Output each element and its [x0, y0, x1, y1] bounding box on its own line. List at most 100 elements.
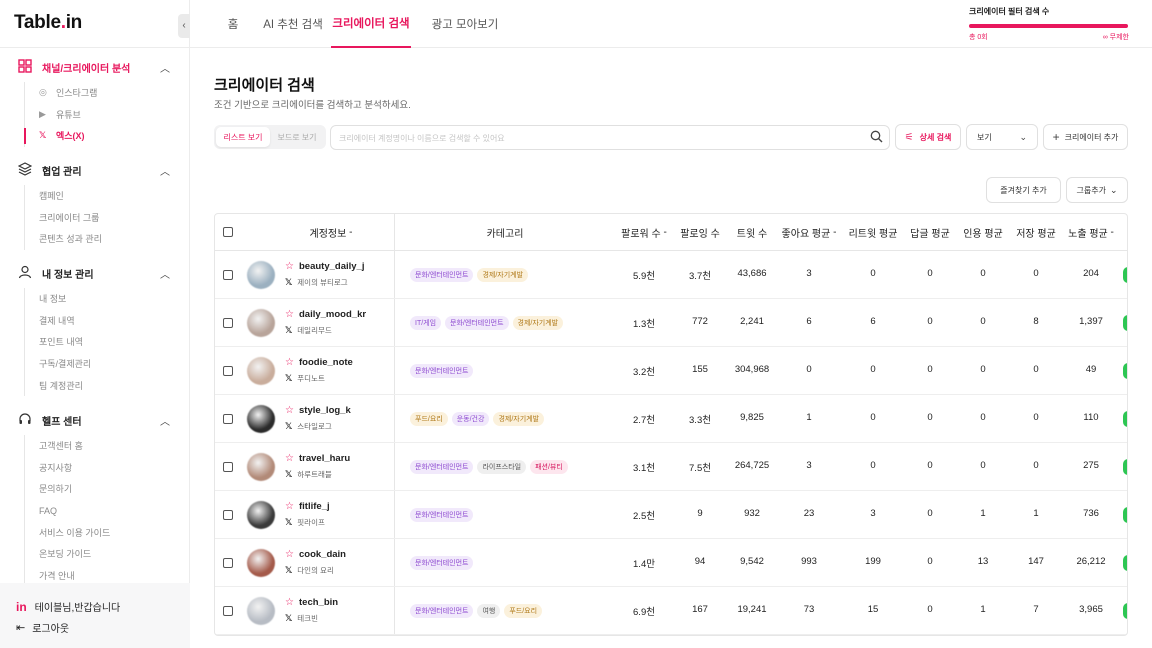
- star-icon[interactable]: ☆: [285, 261, 294, 272]
- table-row[interactable]: ☆ daily_mood_kr 𝕏 데일리무드 IT/게임 문화/엔터테인먼트 경제/자기계…: [215, 299, 1127, 347]
- sidebar-item-subscription[interactable]: 구독/결제관리: [39, 353, 190, 375]
- column-header-following[interactable]: 팔로잉 수: [677, 214, 723, 251]
- detail-search-button[interactable]: ⚟ 상세 검색: [895, 124, 961, 150]
- column-header-views[interactable]: 노출 평균 -: [1063, 214, 1119, 251]
- sidebar-item-content-performance[interactable]: 콘텐츠 성과 관리: [39, 228, 190, 250]
- sidebar-item-service-guide[interactable]: 서비스 이용 가이드: [39, 521, 190, 543]
- sidebar-item-x[interactable]: 𝕏 엑스(X): [39, 125, 190, 147]
- category-tag: 경제/자기계발: [493, 412, 545, 426]
- tab-creator-search[interactable]: 크리에이터 검색: [331, 0, 411, 48]
- avatar[interactable]: [247, 261, 275, 289]
- logout-button[interactable]: ⇤ 로그아웃: [16, 620, 69, 635]
- sidebar-item-inquiry[interactable]: 문의하기: [39, 478, 190, 500]
- sidebar-item-campaign[interactable]: 캠페인: [39, 185, 190, 207]
- star-icon[interactable]: ☆: [285, 309, 294, 320]
- sidebar-item-label: 공지사항: [39, 462, 73, 473]
- column-header-likes[interactable]: 좋아요 평균 -: [777, 214, 841, 251]
- view-select[interactable]: 보기 ⌄: [966, 124, 1038, 150]
- category-tag: 여행: [477, 604, 501, 618]
- sidebar-item-notice[interactable]: 공지사항: [39, 457, 190, 479]
- avatar[interactable]: [247, 501, 275, 529]
- sidebar-item-points[interactable]: 포인트 내역: [39, 331, 190, 353]
- avatar[interactable]: [247, 597, 275, 625]
- row-checkbox[interactable]: [223, 414, 233, 424]
- avatar[interactable]: [247, 453, 275, 481]
- column-header-tweets[interactable]: 트윗 수: [729, 214, 775, 251]
- table-row[interactable]: ☆ beauty_daily_j 𝕏 제이의 뷰티로그 문화/엔터테인먼트 경제/자기계발…: [215, 251, 1127, 299]
- creator-handle[interactable]: beauty_daily_j: [299, 261, 364, 272]
- select-all-checkbox[interactable]: [223, 227, 233, 237]
- avatar[interactable]: [247, 405, 275, 433]
- table-row[interactable]: ☆ fitlife_j 𝕏 핏라이프 문화/엔터테인먼트 2.5천 9 932 23 3 0 1 1 73…: [215, 491, 1127, 539]
- tab-ai-search[interactable]: AI 추천 검색: [262, 0, 324, 48]
- search-icon[interactable]: [870, 130, 883, 146]
- sidebar-item-my-info[interactable]: 내 정보: [39, 288, 190, 310]
- star-icon[interactable]: ☆: [285, 405, 294, 416]
- sidebar-section-header[interactable]: 협업 관리 ︿: [0, 159, 190, 181]
- row-checkbox[interactable]: [223, 462, 233, 472]
- creator-handle[interactable]: tech_bin: [299, 597, 338, 608]
- table-row[interactable]: ☆ style_log_k 𝕏 스타일로그 푸드/요리 운동/건강 경제/자기계발 2.7천 3…: [215, 395, 1127, 443]
- star-icon[interactable]: ☆: [285, 357, 294, 368]
- row-checkbox[interactable]: [223, 366, 233, 376]
- column-header-quotes[interactable]: 인용 평균: [960, 214, 1006, 251]
- creator-handle[interactable]: foodie_note: [299, 357, 353, 368]
- column-header-followers[interactable]: 팔로워 수 -: [619, 214, 669, 251]
- star-icon[interactable]: ☆: [285, 453, 294, 464]
- creator-name-text: 테크빈: [297, 614, 318, 623]
- add-favorites-button[interactable]: 즐겨찾기 추가: [986, 177, 1061, 203]
- star-icon[interactable]: ☆: [285, 549, 294, 560]
- sidebar-item-youtube[interactable]: ▶ 유튜브: [39, 104, 190, 126]
- star-icon[interactable]: ☆: [285, 501, 294, 512]
- status-badge: [1123, 507, 1127, 523]
- sidebar-item-team[interactable]: 팀 계정관리: [39, 374, 190, 396]
- creator-handle[interactable]: style_log_k: [299, 405, 351, 416]
- sidebar-section-header[interactable]: 내 정보 관리 ︿: [0, 262, 190, 284]
- column-header-account[interactable]: 계정정보 -: [301, 214, 361, 251]
- category-tag: 패션/뷰티: [530, 460, 568, 474]
- sidebar-item-instagram[interactable]: ◎ 인스타그램: [39, 82, 190, 104]
- tab-home[interactable]: 홈: [214, 0, 252, 48]
- column-header-replies[interactable]: 답글 평균: [907, 214, 953, 251]
- star-icon[interactable]: ☆: [285, 597, 294, 608]
- logo[interactable]: Table.in: [14, 12, 82, 34]
- row-checkbox[interactable]: [223, 270, 233, 280]
- avatar[interactable]: [247, 309, 275, 337]
- table-row[interactable]: ☆ cook_dain 𝕏 다인의 요리 문화/엔터테인먼트 1.4만 94 9,542 993…: [215, 539, 1127, 587]
- list-view-button[interactable]: 리스트 보기: [216, 127, 270, 147]
- creator-name: 𝕏 하루트래블: [285, 469, 332, 480]
- sidebar-item-help-home[interactable]: 고객센터 홈: [39, 435, 190, 457]
- row-checkbox[interactable]: [223, 606, 233, 616]
- category-tag: IT/게임: [410, 316, 442, 330]
- category-tag: 경제/자기계발: [512, 316, 564, 330]
- search-input[interactable]: [339, 130, 859, 146]
- row-checkbox[interactable]: [223, 510, 233, 520]
- sidebar-item-creator-group[interactable]: 크리에이터 그룹: [39, 207, 190, 229]
- tab-ad-collection[interactable]: 광고 모아보기: [428, 0, 502, 48]
- creator-name-text: 스타일로그: [297, 422, 332, 431]
- sidebar-section-header[interactable]: 헬프 센터 ︿: [0, 409, 190, 431]
- table-row[interactable]: ☆ travel_haru 𝕏 하루트래블 문화/엔터테인먼트 라이프스타일 패션/뷰티 3.…: [215, 443, 1127, 491]
- avatar[interactable]: [247, 549, 275, 577]
- avatar[interactable]: [247, 357, 275, 385]
- sidebar-item-payments[interactable]: 결제 내역: [39, 310, 190, 332]
- row-checkbox[interactable]: [223, 558, 233, 568]
- board-view-button[interactable]: 보드로 보기: [270, 127, 324, 147]
- column-header-saves[interactable]: 저장 평균: [1013, 214, 1059, 251]
- table-row[interactable]: ☆ tech_bin 𝕏 테크빈 문화/엔터테인먼트 여행 푸드/요리 6.9천 167 19,2…: [215, 587, 1127, 635]
- row-checkbox[interactable]: [223, 318, 233, 328]
- column-label: 리트윗 평균: [848, 229, 898, 240]
- creator-handle[interactable]: travel_haru: [299, 453, 350, 464]
- cell-views: 1,397: [1079, 316, 1103, 327]
- sidebar-item-faq[interactable]: FAQ: [39, 500, 190, 522]
- creator-handle[interactable]: daily_mood_kr: [299, 309, 366, 320]
- sidebar-item-onboarding-guide[interactable]: 온보딩 가이드: [39, 543, 190, 565]
- column-header-retweets[interactable]: 리트윗 평균: [845, 214, 901, 251]
- add-creator-button[interactable]: + 크리에이터 추가: [1043, 124, 1128, 150]
- creator-handle[interactable]: cook_dain: [299, 549, 346, 560]
- table-row[interactable]: ☆ foodie_note 𝕏 푸디노트 문화/엔터테인먼트 3.2천 155 304,968…: [215, 347, 1127, 395]
- collapse-sidebar-button[interactable]: ‹: [178, 14, 190, 38]
- add-group-button[interactable]: 그룹추가 ⌄: [1066, 177, 1128, 203]
- creator-handle[interactable]: fitlife_j: [299, 501, 330, 512]
- sidebar-section-header[interactable]: 채널/크리에이터 분석 ︿: [0, 56, 190, 78]
